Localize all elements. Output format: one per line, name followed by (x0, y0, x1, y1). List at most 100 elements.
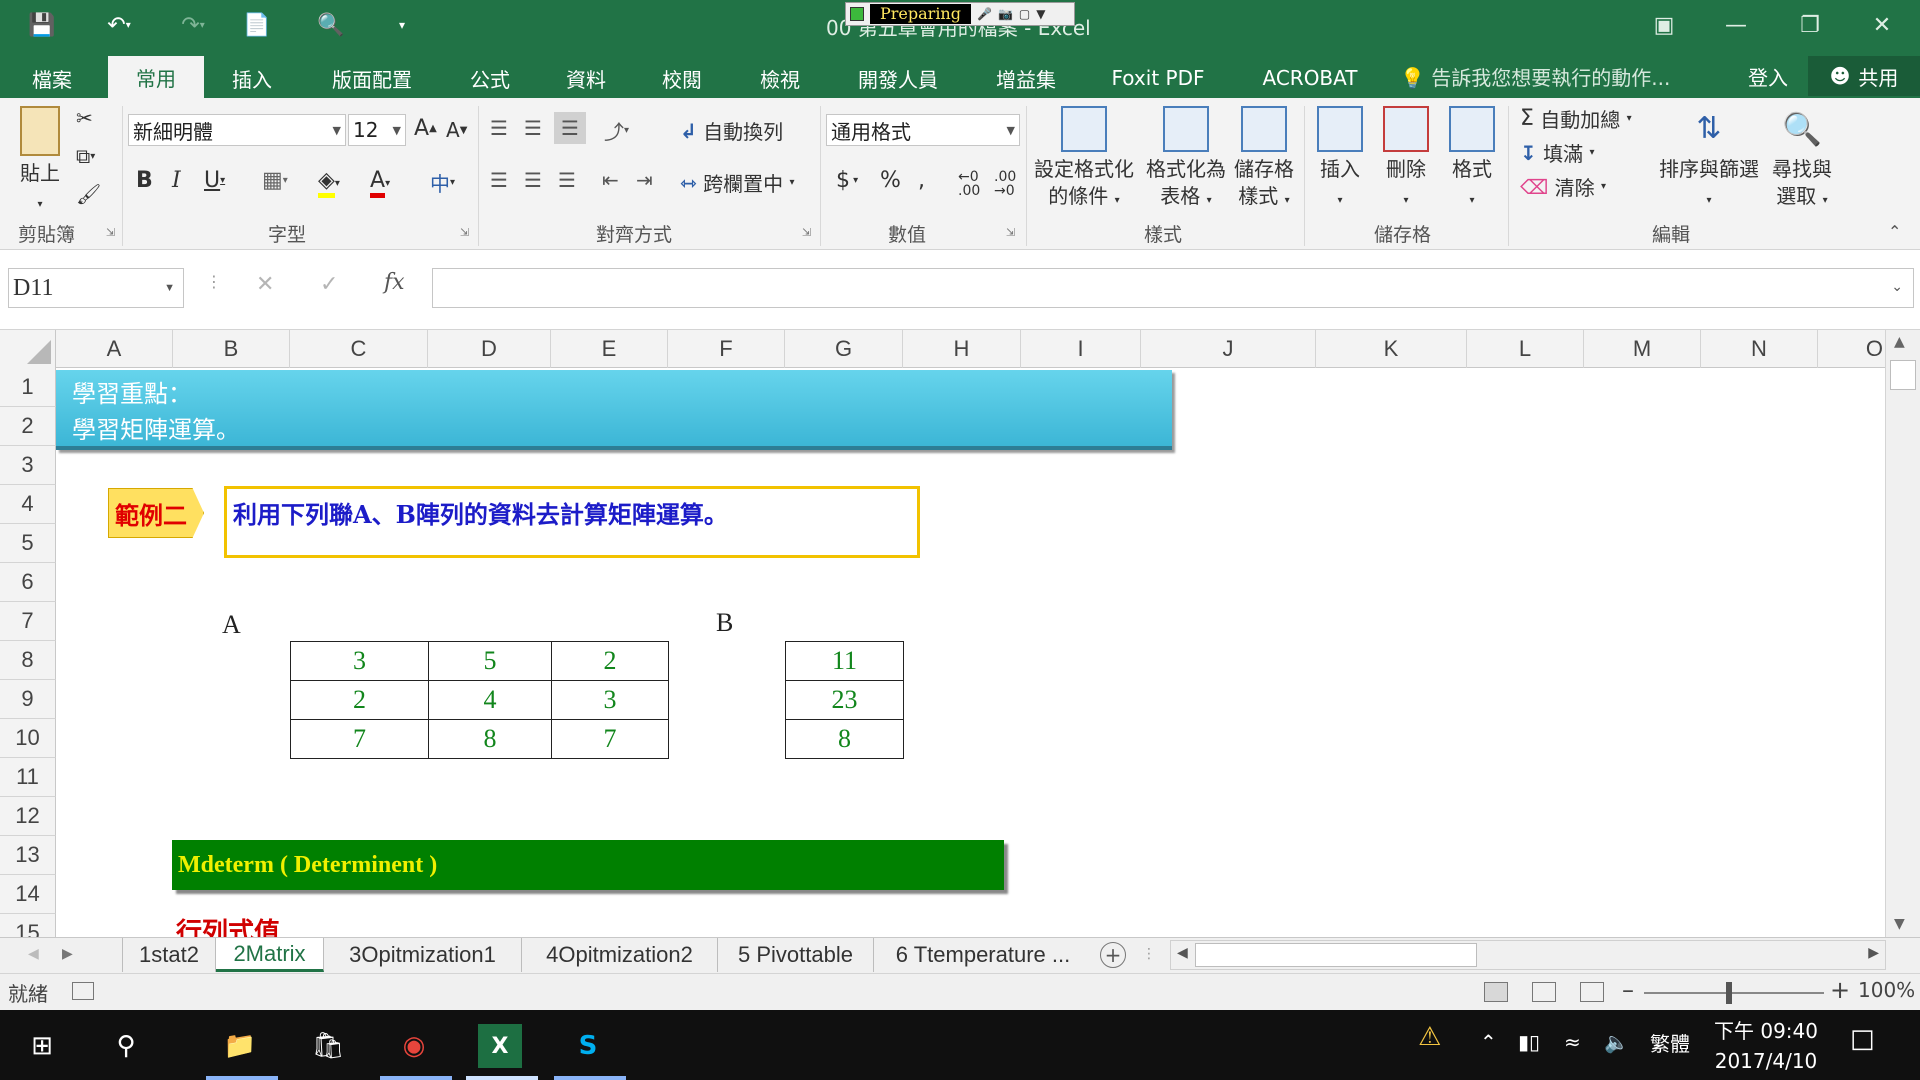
store-icon[interactable]: 🛍 (306, 1024, 350, 1068)
minimize-icon[interactable]: — (1716, 8, 1756, 42)
bold-icon[interactable]: B (136, 168, 153, 193)
italic-icon[interactable]: I (172, 168, 181, 193)
matrix-a-cell[interactable]: 7 (290, 719, 429, 759)
format-painter-icon[interactable]: 🖌 (76, 182, 101, 206)
scroll-right-icon[interactable]: ▶ (1868, 945, 1879, 961)
add-sheet-icon[interactable]: + (1100, 942, 1126, 968)
column-header-d[interactable]: D (428, 330, 551, 368)
sheet-tab-4opitmization2[interactable]: 4Opitmization2 (522, 938, 718, 972)
collapse-ribbon-icon[interactable]: ⌃ (1888, 222, 1901, 241)
save-icon[interactable]: 💾 (22, 10, 62, 40)
column-header-n[interactable]: N (1701, 330, 1818, 368)
warning-icon[interactable]: ⚠ (1418, 1022, 1441, 1052)
expand-formula-icon[interactable]: ⌄ (1891, 279, 1903, 295)
increase-font-icon[interactable]: A ▲ (414, 116, 437, 141)
row-header-13[interactable]: 13 (0, 836, 56, 875)
column-header-k[interactable]: K (1316, 330, 1467, 368)
tab-page-layout[interactable]: 版面配置 (312, 58, 432, 98)
sheet-tab-3opitmization1[interactable]: 3Opitmization1 (324, 938, 522, 972)
scroll-up-icon[interactable]: ▲ (1894, 334, 1905, 350)
tab-foxit-pdf[interactable]: Foxit PDF (1098, 58, 1218, 98)
align-middle-icon[interactable]: ☰ (524, 116, 542, 140)
sheet-tab-6-ttemperature[interactable]: 6 Ttemperature ... (874, 938, 1092, 972)
format-as-table-button[interactable]: 格式化為 表格 ▾ (1142, 106, 1230, 214)
scroll-thumb[interactable] (1890, 360, 1916, 390)
tab-acrobat[interactable]: ACROBAT (1250, 58, 1370, 98)
row-header-3[interactable]: 3 (0, 446, 56, 485)
horizontal-scrollbar[interactable]: ◀ ▶ (1170, 940, 1886, 970)
column-header-o[interactable]: O (1818, 330, 1885, 368)
format-cells-button[interactable]: 格式 ▾ (1444, 106, 1500, 214)
fill-button[interactable]: ↧ 填滿 ▾ (1520, 138, 1595, 167)
currency-icon[interactable]: $ ▾ (836, 168, 858, 193)
windows-start-icon[interactable]: ⊞ (20, 1024, 64, 1068)
number-launcher-icon[interactable]: ⇲ (1006, 226, 1015, 239)
row-header-4[interactable]: 4 (0, 485, 56, 524)
row-header-11[interactable]: 11 (0, 758, 56, 797)
column-header-m[interactable]: M (1584, 330, 1701, 368)
row-header-2[interactable]: 2 (0, 407, 56, 446)
matrix-a-cell[interactable]: 8 (428, 719, 552, 759)
restore-icon[interactable]: ❐ (1790, 8, 1830, 42)
font-color-icon[interactable]: A ▾ (370, 168, 390, 198)
row-header-8[interactable]: 8 (0, 641, 56, 680)
file-explorer-icon[interactable]: 📁 (218, 1024, 262, 1068)
sheet-tab-2matrix[interactable]: 2Matrix (216, 938, 324, 972)
insert-cells-button[interactable]: 插入 ▾ (1312, 106, 1368, 214)
column-header-j[interactable]: J (1141, 330, 1316, 368)
tab-file[interactable]: 檔案 (14, 58, 90, 98)
vertical-scrollbar[interactable]: ▲ ▼ (1885, 330, 1920, 937)
copy-icon[interactable]: ⧉ ▾ (76, 144, 95, 168)
row-header-1[interactable]: 1 (0, 368, 56, 407)
prev-sheet-icon[interactable]: ◀ (28, 946, 39, 962)
matrix-a-cell[interactable]: 4 (428, 680, 552, 720)
macro-record-icon[interactable] (72, 982, 94, 1000)
autosum-button[interactable]: Σ 自動加總 ▾ (1520, 104, 1632, 133)
screen-recorder-widget[interactable]: Preparing 🎤 📷 ▢ ▼ (845, 2, 1075, 26)
row-header-14[interactable]: 14 (0, 875, 56, 914)
merge-center-button[interactable]: ⇿ 跨欄置中 ▾ (680, 168, 795, 197)
tell-me-search[interactable]: 💡 告訴我您想要執行的動作... (1400, 62, 1670, 91)
next-sheet-icon[interactable]: ▶ (62, 946, 73, 962)
new-document-icon[interactable]: 📄 (240, 10, 274, 40)
cut-icon[interactable]: ✂ (76, 106, 93, 130)
notifications-icon[interactable]: □ (1850, 1024, 1875, 1054)
column-header-c[interactable]: C (290, 330, 428, 368)
show-hidden-icons-icon[interactable]: ⌃ (1480, 1030, 1497, 1054)
font-launcher-icon[interactable]: ⇲ (460, 226, 469, 239)
matrix-a-cell[interactable]: 7 (551, 719, 669, 759)
comma-icon[interactable]: , (918, 168, 925, 193)
phonetic-icon[interactable]: 中 ▾ (430, 168, 455, 197)
paste-button[interactable]: 貼上 ▾ (12, 106, 68, 218)
row-header-7[interactable]: 7 (0, 602, 56, 641)
sheet-tab-1stat2[interactable]: 1stat2 (122, 938, 216, 972)
align-left-icon[interactable]: ☰ (490, 168, 508, 192)
column-header-f[interactable]: F (668, 330, 785, 368)
close-icon[interactable]: ✕ (1862, 8, 1902, 42)
sheet-tab-5-pivottable[interactable]: 5 Pivottable (718, 938, 874, 972)
page-layout-view-icon[interactable] (1532, 982, 1556, 1002)
worksheet-grid[interactable]: A B C D E F G H I J K L M N O 1 2 3 4 5 … (0, 330, 1920, 937)
align-top-icon[interactable]: ☰ (490, 116, 508, 140)
font-size-select[interactable]: 12 ▼ (348, 114, 406, 146)
scroll-down-icon[interactable]: ▼ (1894, 916, 1905, 932)
matrix-a-cell[interactable]: 3 (290, 641, 429, 681)
matrix-a-cell[interactable]: 2 (290, 680, 429, 720)
scroll-thumb[interactable] (1195, 943, 1477, 967)
tab-home[interactable]: 常用 (108, 56, 204, 98)
sign-in-link[interactable]: 登入 (1748, 62, 1788, 91)
font-name-select[interactable]: 新細明體 ▼ (128, 114, 346, 146)
decrease-font-icon[interactable]: A ▼ (446, 118, 467, 142)
formula-input[interactable]: ⌄ (432, 268, 1914, 308)
row-header-5[interactable]: 5 (0, 524, 56, 563)
scroll-left-icon[interactable]: ◀ (1177, 945, 1188, 961)
wifi-icon[interactable]: ≈ (1564, 1030, 1581, 1054)
input-method-indicator[interactable]: 繁體 (1650, 1028, 1690, 1057)
share-button[interactable]: ☻ 共用 (1808, 56, 1920, 96)
delete-cells-button[interactable]: 刪除 ▾ (1378, 106, 1434, 214)
skype-icon[interactable]: S (566, 1024, 610, 1068)
row-header-6[interactable]: 6 (0, 563, 56, 602)
zoom-out-icon[interactable]: – (1622, 976, 1634, 1004)
cell-styles-button[interactable]: 儲存格 樣式 ▾ (1228, 106, 1300, 214)
tab-data[interactable]: 資料 (548, 58, 624, 98)
